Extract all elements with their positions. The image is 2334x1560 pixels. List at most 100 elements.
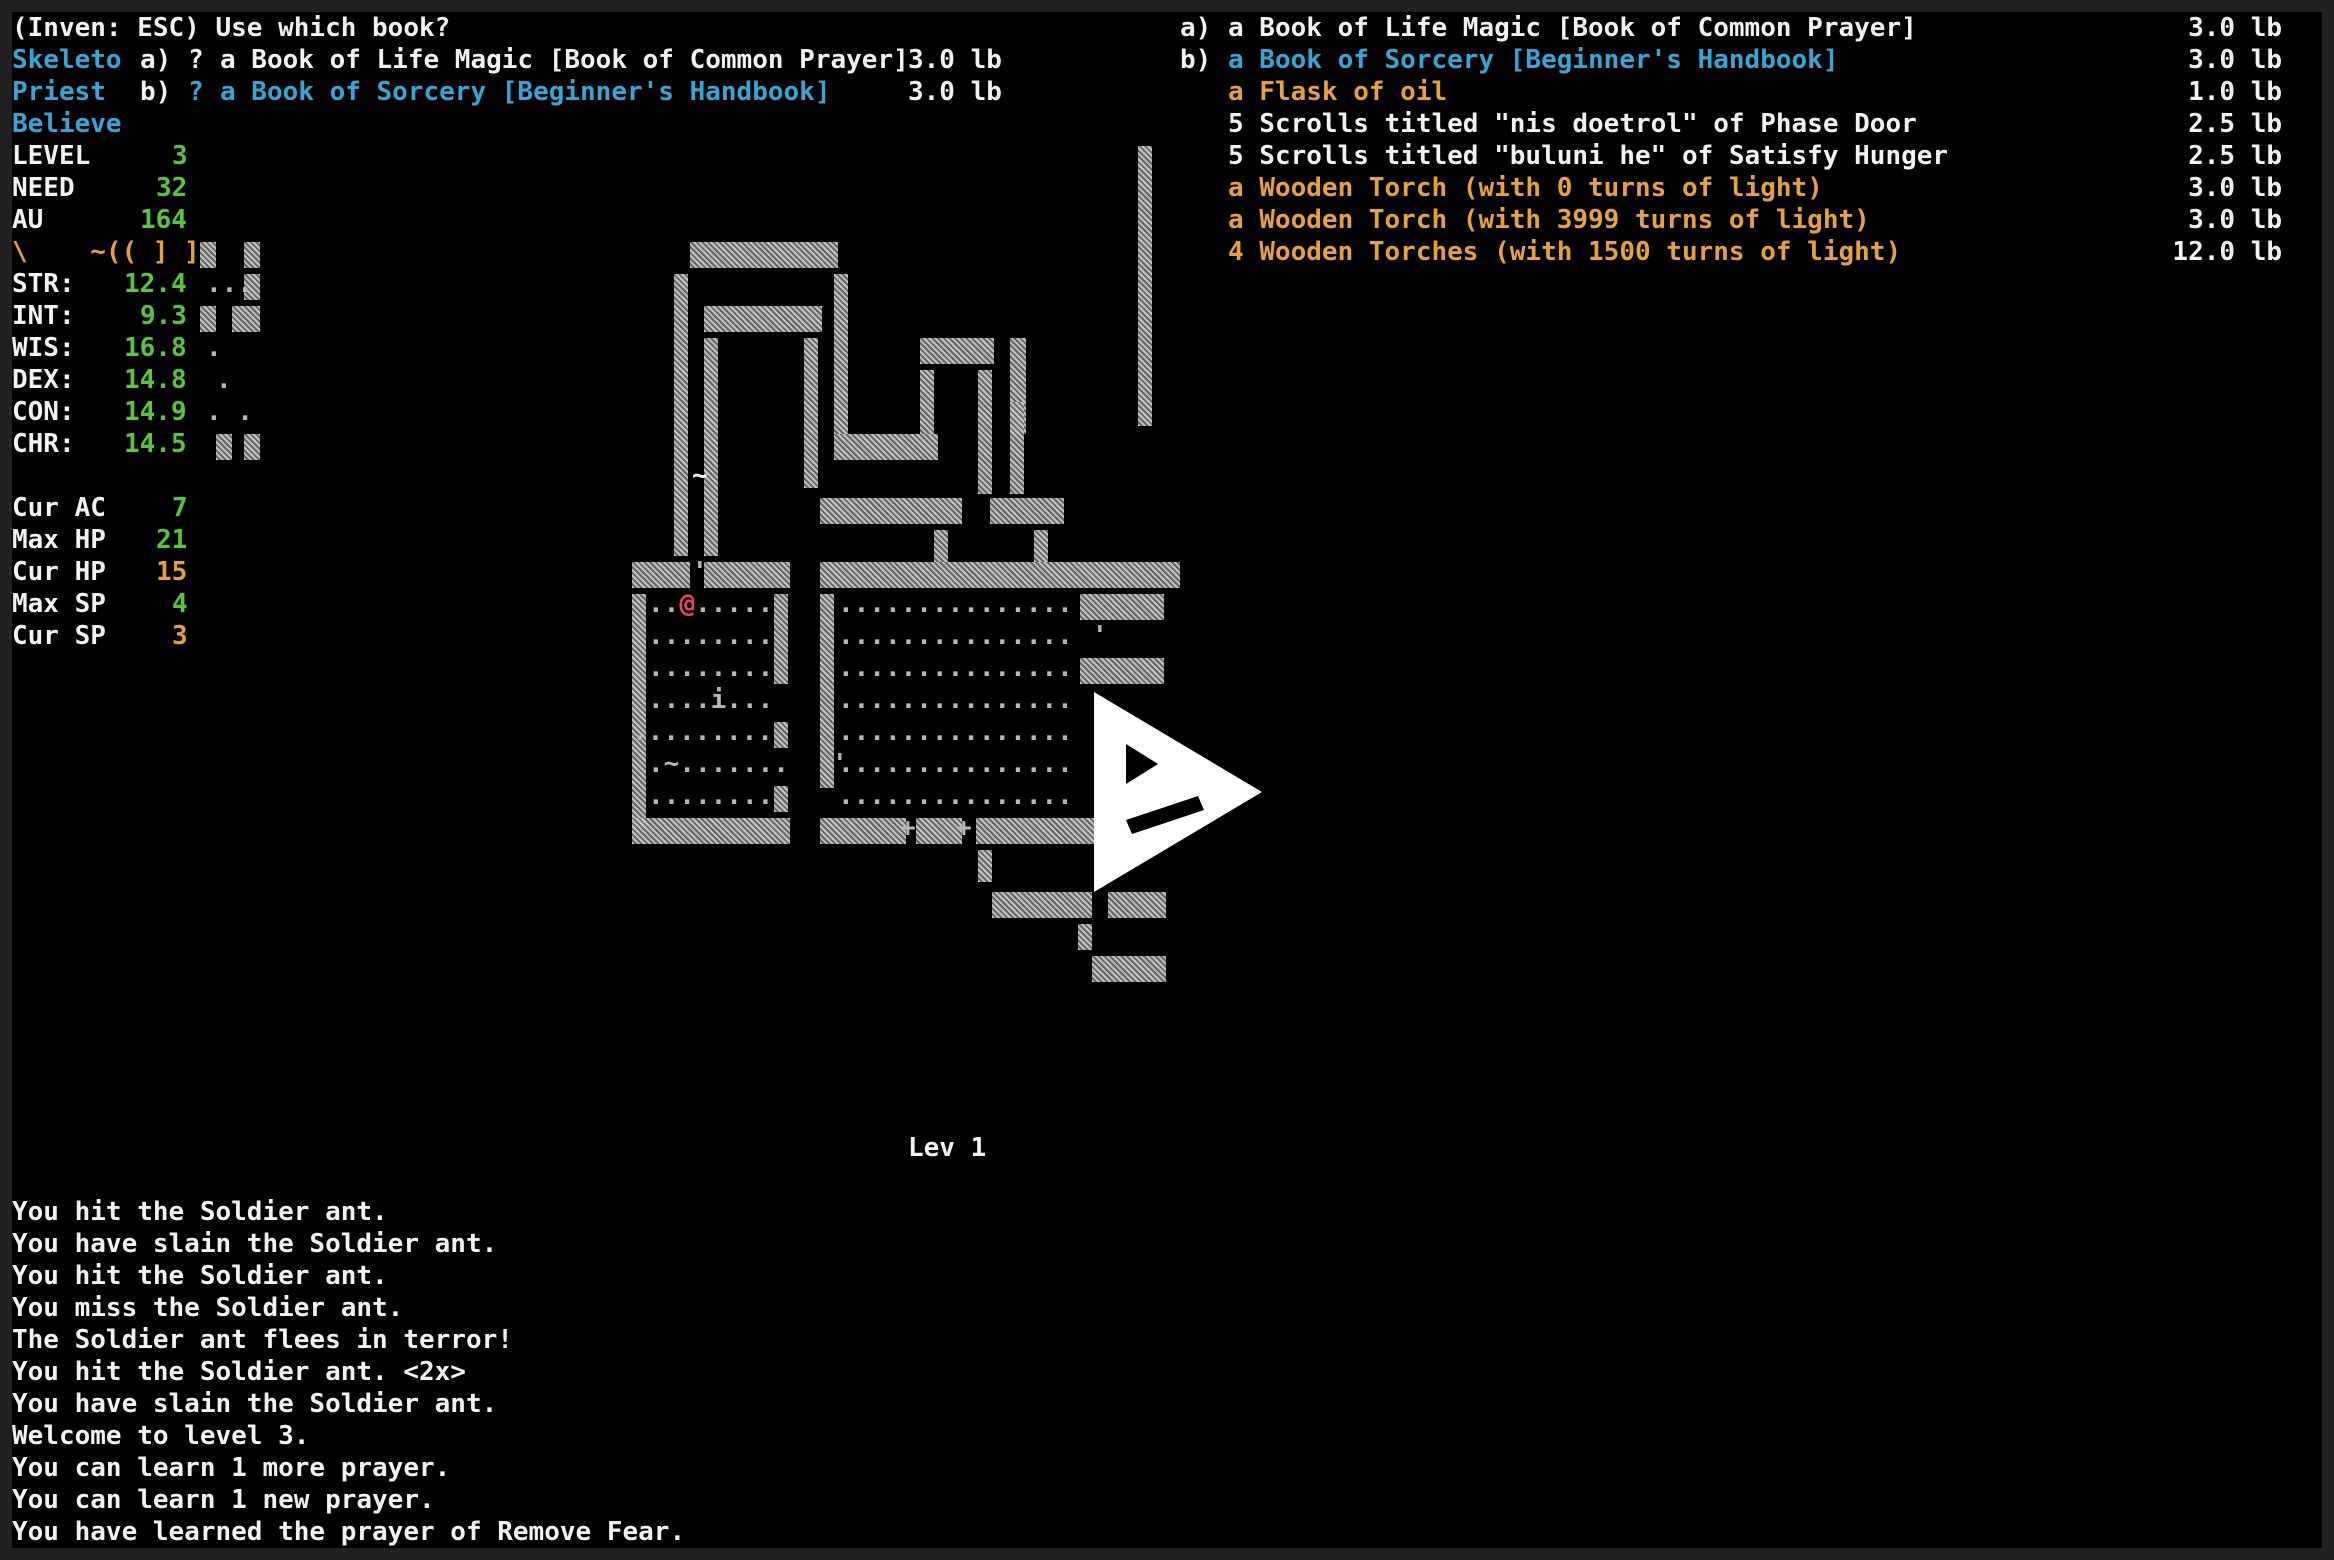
- terminal-screen: (Inven: ESC) Use which book? Skeleto Pri…: [12, 12, 2322, 1548]
- inventory-item-name[interactable]: 5 Scrolls titled "buluni he" of Satisfy …: [1228, 140, 1948, 172]
- map-wall: [632, 594, 646, 828]
- inventory-item-weight: 1.0 lb: [2188, 77, 2282, 107]
- play-logo-icon[interactable]: [1094, 692, 1262, 892]
- map-wall: [232, 306, 260, 332]
- message-line: You have slain the Soldier ant.: [12, 1389, 498, 1419]
- depth-label: Lev 1: [908, 1133, 987, 1163]
- stat-value-chr: 14.5: [124, 429, 187, 459]
- message-line: Welcome to level 3.: [12, 1421, 310, 1451]
- prompt-line: (Inven: ESC) Use which book?: [12, 13, 451, 43]
- inventory-item-name[interactable]: a Wooden Torch (with 3999 turns of light…: [1228, 204, 1870, 236]
- map-wall: [920, 370, 934, 434]
- map-wall: [978, 850, 992, 882]
- map-wall: [632, 818, 790, 844]
- char-class: Priest: [12, 77, 106, 107]
- book-option-key: a): [140, 45, 172, 75]
- map-wall: [1034, 530, 1048, 562]
- book-option-symbol: ?: [188, 45, 204, 75]
- stat-value-con: 14.9: [124, 397, 187, 427]
- book-option-symbol: ?: [188, 77, 204, 107]
- map-wall: [200, 242, 216, 268]
- stat-label-int: INT:: [12, 301, 75, 331]
- map-wall: [1092, 956, 1166, 982]
- map-wall: [1108, 892, 1166, 918]
- inventory-item-name[interactable]: 5 Scrolls titled "nis doetrol" of Phase …: [1228, 108, 1917, 140]
- map-wall: [674, 274, 688, 556]
- cur-hp-label: Cur HP: [12, 557, 106, 587]
- map-floor: ........: [648, 621, 774, 651]
- message-line: You miss the Soldier ant.: [12, 1293, 404, 1323]
- map-door: ': [692, 557, 708, 587]
- max-hp-value: 21: [156, 525, 188, 555]
- char-race: Skeleto: [12, 45, 122, 75]
- equipment-line: \ ~(( ] ]: [12, 237, 200, 267]
- map-floor: ...............: [838, 685, 1073, 715]
- char-title: Believe: [12, 109, 122, 139]
- map-floor: ...............: [838, 653, 1073, 683]
- level-label: LEVEL: [12, 141, 91, 171]
- need-value: 32: [156, 173, 188, 203]
- level-value: 3: [172, 141, 188, 171]
- stat-value-dex: 14.8: [124, 365, 187, 395]
- map-item: ~: [692, 461, 708, 491]
- map-wall: [1138, 146, 1152, 426]
- message-line: You have learned the prayer of Remove Fe…: [12, 1517, 686, 1547]
- map-floor: .~.......: [648, 749, 789, 779]
- map-wall: [774, 722, 788, 748]
- map-floor: ........: [648, 781, 774, 811]
- inventory-item-name[interactable]: a Flask of oil: [1228, 76, 1447, 108]
- map-wall: [834, 274, 848, 434]
- message-line: The Soldier ant flees in terror!: [12, 1325, 513, 1355]
- cur-sp-label: Cur SP: [12, 621, 106, 651]
- map-door: +: [956, 813, 972, 843]
- map-wall: [704, 562, 790, 588]
- map-floor: ...: [206, 269, 253, 299]
- inventory-item-name[interactable]: 4 Wooden Torches (with 1500 turns of lig…: [1228, 236, 1901, 268]
- inventory-item-weight: 3.0 lb: [2188, 45, 2282, 75]
- book-option-weight: 3.0 lb: [908, 77, 1002, 107]
- map-wall: [920, 338, 994, 364]
- au-value: 164: [140, 205, 187, 235]
- map-wall: [216, 434, 232, 460]
- map-door: ': [1092, 621, 1108, 651]
- inventory-item-weight: 2.5 lb: [2188, 109, 2282, 139]
- map-floor: ...............: [838, 749, 1073, 779]
- stat-value-int: 9.3: [140, 301, 187, 331]
- stat-label-str: STR:: [12, 269, 75, 299]
- map-wall: [820, 562, 1180, 588]
- inventory-item-name[interactable]: a Wooden Torch (with 0 turns of light): [1228, 172, 1823, 204]
- map-wall: [1010, 402, 1024, 494]
- player-icon: @: [679, 589, 695, 619]
- map-floor: ........: [648, 653, 774, 683]
- max-sp-label: Max SP: [12, 589, 106, 619]
- map-wall: [690, 242, 838, 268]
- max-sp-value: 4: [172, 589, 188, 619]
- message-line: You hit the Soldier ant.: [12, 1261, 388, 1291]
- map-floor: ..@.....: [648, 589, 774, 619]
- map-wall: [820, 818, 906, 844]
- book-option-name: a Book of Sorcery [Beginner's Handbook]: [220, 77, 831, 107]
- inventory-item-weight: 2.5 lb: [2188, 141, 2282, 171]
- book-option-key: b): [140, 77, 172, 107]
- inventory-item-weight: 3.0 lb: [2188, 173, 2282, 203]
- map-floor: ...............: [838, 621, 1073, 651]
- inventory-item-name[interactable]: a Book of Life Magic [Book of Common Pra…: [1228, 12, 1917, 44]
- map-wall: [820, 498, 962, 524]
- map-floor: ...............: [838, 717, 1073, 747]
- map-wall: [244, 242, 260, 268]
- cur-hp-value: 15: [156, 557, 188, 587]
- map-wall: [774, 786, 788, 812]
- book-option-weight: 3.0 lb: [908, 45, 1002, 75]
- map-wall: [1080, 594, 1164, 620]
- map-wall: [200, 306, 216, 332]
- inventory-item-name[interactable]: a Book of Sorcery [Beginner's Handbook]: [1228, 44, 1838, 76]
- au-label: AU: [12, 205, 44, 235]
- map-wall: [704, 306, 822, 332]
- stat-label-dex: DEX:: [12, 365, 75, 395]
- stat-label-wis: WIS:: [12, 333, 75, 363]
- map-wall: [804, 338, 818, 488]
- map-wall: [978, 370, 992, 494]
- need-label: NEED: [12, 173, 75, 203]
- max-hp-label: Max HP: [12, 525, 106, 555]
- map-wall: [1080, 658, 1164, 684]
